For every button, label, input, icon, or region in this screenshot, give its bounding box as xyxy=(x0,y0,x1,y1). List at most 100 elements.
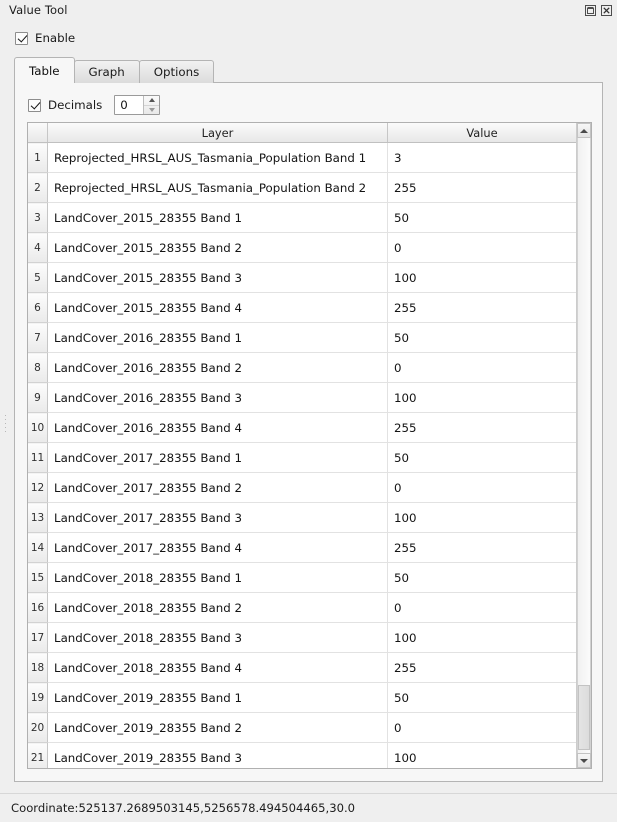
cell-layer[interactable]: LandCover_2018_28355 Band 4 xyxy=(47,652,388,683)
row-number[interactable]: 4 xyxy=(28,232,48,263)
cell-value[interactable]: 50 xyxy=(387,682,576,713)
scroll-up-button[interactable] xyxy=(577,123,591,138)
table-row[interactable]: 18 LandCover_2018_28355 Band 4 255 xyxy=(28,652,576,683)
row-number[interactable]: 9 xyxy=(28,382,48,413)
cell-layer[interactable]: LandCover_2016_28355 Band 4 xyxy=(47,412,388,443)
table-row[interactable]: 21 LandCover_2019_28355 Band 3 100 xyxy=(28,742,576,768)
decimals-spinner[interactable]: 0 xyxy=(114,95,161,115)
row-number[interactable]: 10 xyxy=(28,412,48,443)
table-row[interactable]: 5 LandCover_2015_28355 Band 3 100 xyxy=(28,262,576,293)
row-number[interactable]: 20 xyxy=(28,712,48,743)
cell-value[interactable]: 255 xyxy=(387,412,576,443)
cell-layer[interactable]: LandCover_2017_28355 Band 4 xyxy=(47,532,388,563)
cell-layer[interactable]: LandCover_2019_28355 Band 2 xyxy=(47,712,388,743)
scroll-down-button[interactable] xyxy=(577,753,591,768)
table-row[interactable]: 12 LandCover_2017_28355 Band 20 xyxy=(28,472,576,503)
row-number[interactable]: 14 xyxy=(28,532,48,563)
table-row[interactable]: 3 LandCover_2015_28355 Band 1 50 xyxy=(28,202,576,233)
tab-table[interactable]: Table xyxy=(14,57,75,83)
cell-layer[interactable]: LandCover_2018_28355 Band 3 xyxy=(47,622,388,653)
table-row[interactable]: 15 LandCover_2018_28355 Band 1 50 xyxy=(28,562,576,593)
cell-layer[interactable]: Reprojected_HRSL_AUS_Tasmania_Population… xyxy=(47,142,388,173)
cell-layer[interactable]: LandCover_2018_28355 Band 2 xyxy=(47,592,388,623)
cell-layer[interactable]: LandCover_2015_28355 Band 1 xyxy=(47,202,388,233)
table-row[interactable]: 10 LandCover_2016_28355 Band 4 255 xyxy=(28,412,576,443)
column-header-layer[interactable]: Layer xyxy=(47,123,388,143)
enable-checkbox[interactable] xyxy=(15,31,28,45)
cell-value[interactable]: 50 xyxy=(387,442,576,473)
cell-value[interactable]: 50 xyxy=(387,562,576,593)
cell-layer[interactable]: LandCover_2019_28355 Band 3 xyxy=(47,742,388,768)
table-row[interactable]: 17 LandCover_2018_28355 Band 3 100 xyxy=(28,622,576,653)
row-number[interactable]: 11 xyxy=(28,442,48,473)
column-header-value[interactable]: Value xyxy=(387,123,576,143)
row-number[interactable]: 15 xyxy=(28,562,48,593)
table-row[interactable]: 4 LandCover_2015_28355 Band 20 xyxy=(28,232,576,263)
cell-value[interactable]: 0 xyxy=(387,232,576,263)
cell-value[interactable]: 255 xyxy=(387,652,576,683)
close-icon[interactable] xyxy=(600,4,613,17)
row-number[interactable]: 17 xyxy=(28,622,48,653)
spin-up-button[interactable] xyxy=(144,96,160,106)
table-row[interactable]: 9 LandCover_2016_28355 Band 3 100 xyxy=(28,382,576,413)
row-number[interactable]: 21 xyxy=(28,742,48,768)
cell-value[interactable]: 0 xyxy=(387,472,576,503)
cell-layer[interactable]: LandCover_2017_28355 Band 2 xyxy=(47,472,388,503)
cell-value[interactable]: 100 xyxy=(387,382,576,413)
row-number[interactable]: 3 xyxy=(28,202,48,233)
cell-layer[interactable]: Reprojected_HRSL_AUS_Tasmania_Population… xyxy=(47,172,388,203)
dock-splitter-handle[interactable] xyxy=(3,412,8,442)
cell-layer[interactable]: LandCover_2017_28355 Band 1 xyxy=(47,442,388,473)
cell-value[interactable]: 50 xyxy=(387,202,576,233)
cell-value[interactable]: 100 xyxy=(387,262,576,293)
cell-layer[interactable]: LandCover_2017_28355 Band 3 xyxy=(47,502,388,533)
cell-value[interactable]: 100 xyxy=(387,742,576,768)
cell-layer[interactable]: LandCover_2016_28355 Band 2 xyxy=(47,352,388,383)
row-number[interactable]: 7 xyxy=(28,322,48,353)
table-row[interactable]: 16 LandCover_2018_28355 Band 20 xyxy=(28,592,576,623)
cell-value[interactable]: 0 xyxy=(387,352,576,383)
decimals-checkbox[interactable] xyxy=(28,98,41,112)
table-row[interactable]: 1 Reprojected_HRSL_AUS_Tasmania_Populatio… xyxy=(28,142,576,173)
row-number[interactable]: 16 xyxy=(28,592,48,623)
table-row[interactable]: 6 LandCover_2015_28355 Band 4 255 xyxy=(28,292,576,323)
table-vertical-scrollbar[interactable] xyxy=(576,123,591,768)
cell-value[interactable]: 255 xyxy=(387,532,576,563)
cell-layer[interactable]: LandCover_2018_28355 Band 1 xyxy=(47,562,388,593)
cell-value[interactable]: 100 xyxy=(387,622,576,653)
cell-value[interactable]: 255 xyxy=(387,172,576,203)
table-row[interactable]: 14 LandCover_2017_28355 Band 4 255 xyxy=(28,532,576,563)
cell-layer[interactable]: LandCover_2015_28355 Band 3 xyxy=(47,262,388,293)
row-number[interactable]: 19 xyxy=(28,682,48,713)
row-number[interactable]: 6 xyxy=(28,292,48,323)
cell-layer[interactable]: LandCover_2016_28355 Band 3 xyxy=(47,382,388,413)
scrollbar-thumb[interactable] xyxy=(578,685,590,750)
cell-value[interactable]: 100 xyxy=(387,502,576,533)
table-row[interactable]: 13 LandCover_2017_28355 Band 3 100 xyxy=(28,502,576,533)
row-number[interactable]: 8 xyxy=(28,352,48,383)
cell-value[interactable]: 0 xyxy=(387,592,576,623)
cell-value[interactable]: 255 xyxy=(387,292,576,323)
table-row[interactable]: 11 LandCover_2017_28355 Band 1 50 xyxy=(28,442,576,473)
row-number[interactable]: 12 xyxy=(28,472,48,503)
cell-value[interactable]: 50 xyxy=(387,322,576,353)
table-row[interactable]: 7 LandCover_2016_28355 Band 1 50 xyxy=(28,322,576,353)
table-row[interactable]: 20 LandCover_2019_28355 Band 20 xyxy=(28,712,576,743)
row-number[interactable]: 1 xyxy=(28,142,48,173)
row-number[interactable]: 5 xyxy=(28,262,48,293)
table-row[interactable]: 8 LandCover_2016_28355 Band 20 xyxy=(28,352,576,383)
table-row[interactable]: 2 Reprojected_HRSL_AUS_Tasmania_Populatio… xyxy=(28,172,576,203)
decimals-input[interactable]: 0 xyxy=(115,96,144,114)
tab-options[interactable]: Options xyxy=(138,60,215,83)
enable-row[interactable]: Enable xyxy=(15,31,75,45)
row-number[interactable]: 18 xyxy=(28,652,48,683)
cell-value[interactable]: 3 xyxy=(387,142,576,173)
float-icon[interactable] xyxy=(584,4,597,17)
cell-layer[interactable]: LandCover_2019_28355 Band 1 xyxy=(47,682,388,713)
tab-graph[interactable]: Graph xyxy=(73,60,140,83)
scrollbar-track[interactable] xyxy=(577,138,591,753)
cell-layer[interactable]: LandCover_2016_28355 Band 1 xyxy=(47,322,388,353)
cell-layer[interactable]: LandCover_2015_28355 Band 2 xyxy=(47,232,388,263)
row-number[interactable]: 13 xyxy=(28,502,48,533)
cell-value[interactable]: 0 xyxy=(387,712,576,743)
